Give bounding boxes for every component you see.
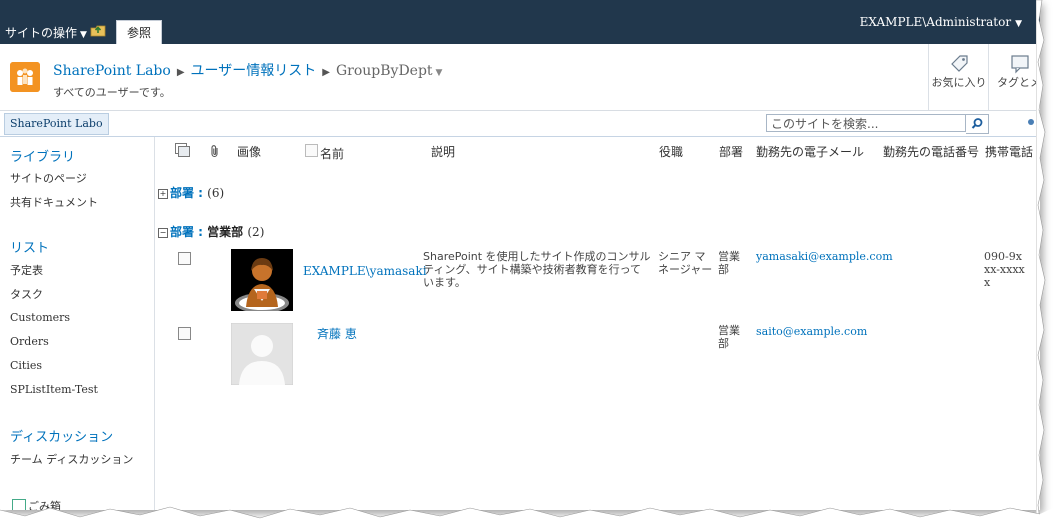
breadcrumb-site-link[interactable]: SharePoint Labo — [53, 63, 171, 79]
site-actions-menu[interactable]: サイトの操作 ▼ — [5, 24, 87, 41]
department-cell: 営業部 — [718, 250, 740, 276]
torn-edge-decoration — [0, 500, 1053, 528]
favorite-button[interactable]: お気に入り — [928, 44, 989, 110]
title-area: SharePoint Labo ▶ ユーザー情報リスト ▶ GroupByDept ▼ す… — [0, 44, 1040, 111]
department-cell: 営業部 — [718, 324, 740, 350]
site-logo-icon[interactable] — [10, 62, 40, 92]
ql-heading-lists[interactable]: リスト — [10, 237, 49, 256]
email-link[interactable]: saito@example.com — [756, 325, 867, 338]
expand-icon[interactable]: + — [158, 188, 168, 199]
collapse-icon[interactable]: − — [158, 227, 168, 238]
ribbon-bar: サイトの操作 ▼ 参照 EXAMPLE\Administrator ▼ — [0, 0, 1040, 45]
page-description: すべてのユーザーです。 — [53, 86, 171, 99]
user-name: EXAMPLE\Administrator — [859, 15, 1012, 29]
breadcrumb-separator-icon: ▶ — [322, 67, 330, 78]
column-header-description[interactable]: 説明 — [431, 143, 455, 160]
ql-item-customers[interactable]: Customers — [10, 311, 70, 324]
user-menu[interactable]: EXAMPLE\Administrator ▼ — [860, 15, 1022, 29]
ql-heading-discussions[interactable]: ディスカッション — [10, 426, 113, 445]
ql-item-site-pages[interactable]: サイトのページ — [10, 170, 87, 186]
ql-item-tasks[interactable]: タスク — [10, 286, 43, 302]
default-user-avatar — [231, 323, 293, 385]
ql-heading-libraries[interactable]: ライブラリ — [10, 146, 75, 165]
ql-item-cities[interactable]: Cities — [10, 359, 42, 372]
topnav-home-link[interactable]: SharePoint Labo — [4, 113, 109, 135]
breadcrumb-view-label: GroupByDept — [335, 63, 433, 79]
mobile-phone-cell: 090-9xxx-xxxxx — [984, 250, 1025, 289]
tags-notes-label: タグとメ — [997, 76, 1040, 89]
group-label: 部署 : — [170, 225, 203, 239]
tag-icon — [951, 55, 968, 72]
user-name-link[interactable]: 斉藤 恵 — [317, 325, 357, 342]
item-type-icon — [175, 143, 190, 157]
search-input[interactable]: このサイトを検索... — [766, 114, 966, 132]
job-title-cell: シニア マネージャー — [658, 250, 713, 276]
email-link[interactable]: yamasaki@example.com — [756, 250, 893, 263]
quick-launch: ライブラリ サイトのページ 共有ドキュメント リスト 予定表 タスク Custo… — [0, 137, 155, 510]
site-actions-label: サイトの操作 — [5, 26, 78, 40]
search-icon — [971, 118, 983, 129]
group-value: 営業部 — [207, 225, 244, 239]
user-name-link[interactable]: EXAMPLE\yamasaki — [303, 264, 427, 278]
ql-item-shared-documents[interactable]: 共有ドキュメント — [10, 194, 98, 210]
select-all-checkbox[interactable] — [305, 144, 318, 157]
breadcrumb: SharePoint Labo ▶ ユーザー情報リスト ▶ GroupByDept ▼ — [53, 60, 442, 80]
column-header-mobile[interactable]: 携帯電話 — [985, 143, 1033, 160]
ql-item-team-discussion[interactable]: チーム ディスカッション — [10, 451, 133, 467]
description-cell: SharePoint を使用したサイト作成のコンサルティング、サイト構築や技術者… — [423, 250, 651, 289]
chevron-down-icon: ▼ — [435, 68, 443, 78]
column-header-title[interactable]: 役職 — [659, 143, 683, 160]
user-photo-avatar — [231, 249, 293, 311]
group-label: 部署 : — [170, 186, 203, 200]
top-navigation: SharePoint Labo このサイトを検索... — [0, 111, 1040, 137]
navigate-up-icon[interactable] — [90, 23, 106, 37]
group-count: (6) — [207, 186, 225, 200]
list-view: 画像 名前 説明 役職 部署 勤務先の電子メール 勤務先の電話番号 携帯電話 +… — [155, 137, 1040, 510]
attachment-icon — [211, 145, 218, 158]
group-header-expanded[interactable]: − 部署 : 営業部 (2) — [158, 223, 264, 240]
column-header-work-phone[interactable]: 勤務先の電話番号 — [883, 143, 979, 160]
ql-item-splistitem-test[interactable]: SPListItem-Test — [10, 383, 98, 396]
column-header-name[interactable]: 名前 — [320, 145, 344, 162]
group-header-collapsed[interactable]: + 部署 : (6) — [158, 184, 224, 201]
chevron-down-icon: ▼ — [80, 30, 87, 40]
ql-item-calendar[interactable]: 予定表 — [10, 262, 43, 278]
note-tag-icon — [1011, 55, 1029, 74]
column-header-department[interactable]: 部署 — [719, 143, 743, 160]
breadcrumb-separator-icon: ▶ — [176, 67, 185, 78]
torn-edge-decoration — [1036, 0, 1046, 528]
breadcrumb-view-selector[interactable]: GroupByDept ▼ — [336, 63, 443, 79]
tab-browse[interactable]: 参照 — [116, 20, 162, 45]
row-checkbox[interactable] — [178, 252, 191, 265]
search-button[interactable] — [966, 114, 989, 134]
sharepoint-window: サイトの操作 ▼ 参照 EXAMPLE\Administrator ▼ ShareP… — [0, 0, 1040, 510]
ql-item-orders[interactable]: Orders — [10, 335, 49, 348]
column-header-work-email[interactable]: 勤務先の電子メール — [756, 143, 864, 160]
chevron-down-icon: ▼ — [1015, 19, 1022, 29]
breadcrumb-list-link[interactable]: ユーザー情報リスト — [191, 63, 317, 79]
tags-notes-button[interactable]: タグとメ — [988, 44, 1040, 110]
favorite-label: お気に入り — [931, 76, 987, 89]
row-checkbox[interactable] — [178, 327, 191, 340]
group-count: (2) — [247, 225, 265, 239]
column-header-picture[interactable]: 画像 — [237, 143, 261, 160]
